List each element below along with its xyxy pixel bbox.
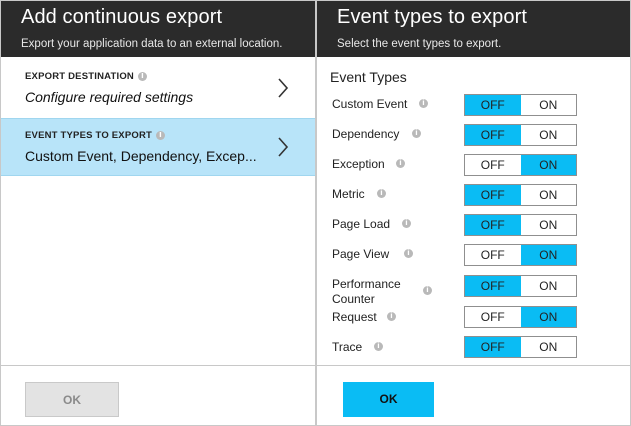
chevron-right-icon xyxy=(278,137,289,157)
toggle-on-option[interactable]: ON xyxy=(520,155,576,175)
info-icon: i xyxy=(404,249,413,258)
event-type-metric-toggle[interactable]: OFF ON xyxy=(464,184,577,206)
event-type-page-view-toggle[interactable]: OFF ON xyxy=(464,244,577,266)
info-icon: i xyxy=(412,129,421,138)
info-icon: i xyxy=(374,342,383,351)
event-types-to-export-label: EVENT TYPES TO EXPORT xyxy=(25,130,153,141)
event-type-page-load-toggle[interactable]: OFF ON xyxy=(464,214,577,236)
toggle-on-option[interactable]: ON xyxy=(521,125,577,145)
blade-title: Event types to export xyxy=(337,6,527,28)
event-types-to-export-item[interactable]: EVENT TYPES TO EXPORT i Custom Event, Dep… xyxy=(1,118,315,176)
event-type-exception-toggle[interactable]: OFF ON xyxy=(464,154,577,176)
event-type-custom-event-label: Custom Event xyxy=(332,97,408,111)
event-types-heading: Event Types xyxy=(330,69,407,85)
blade-footer: OK xyxy=(1,365,315,426)
event-type-trace-toggle[interactable]: OFF ON xyxy=(464,336,577,358)
toggle-off-option[interactable]: OFF xyxy=(465,185,521,205)
toggle-off-option[interactable]: OFF xyxy=(465,95,521,115)
info-icon: i xyxy=(377,189,386,198)
toggle-off-option[interactable]: OFF xyxy=(465,245,521,265)
event-type-performance-counter-toggle[interactable]: OFF ON xyxy=(464,275,577,297)
ok-button-disabled[interactable]: OK xyxy=(25,382,119,417)
event-type-dependency-toggle[interactable]: OFF ON xyxy=(464,124,577,146)
blade-subtitle: Select the event types to export. xyxy=(337,38,502,50)
toggle-off-option[interactable]: OFF xyxy=(465,215,521,235)
event-type-dependency-label: Dependency xyxy=(332,127,400,141)
toggle-on-option[interactable]: ON xyxy=(521,95,577,115)
event-type-custom-event-toggle[interactable]: OFF ON xyxy=(464,94,577,116)
ok-button[interactable]: OK xyxy=(343,382,434,417)
event-types-to-export-value: Custom Event, Dependency, Excep... xyxy=(25,148,257,164)
event-type-trace-label: Trace xyxy=(332,340,363,354)
export-destination-label: EXPORT DESTINATION xyxy=(25,71,134,82)
event-types-to-export-blade: Event types to export Select the event t… xyxy=(316,0,631,426)
info-icon: i xyxy=(396,159,405,168)
export-destination-item[interactable]: EXPORT DESTINATION i Configure required s… xyxy=(1,60,315,118)
info-icon: i xyxy=(138,72,147,81)
toggle-on-option[interactable]: ON xyxy=(521,215,577,235)
toggle-off-option[interactable]: OFF xyxy=(465,276,521,296)
info-icon: i xyxy=(387,312,396,321)
chevron-right-icon xyxy=(278,78,289,98)
toggle-on-option[interactable]: ON xyxy=(520,245,576,265)
blade-header: Add continuous export Export your applic… xyxy=(1,1,315,57)
blade-header: Event types to export Select the event t… xyxy=(317,1,630,57)
event-type-request-toggle[interactable]: OFF ON xyxy=(464,306,577,328)
toggle-off-option[interactable]: OFF xyxy=(465,337,521,357)
toggle-on-option[interactable]: ON xyxy=(521,185,577,205)
event-type-page-view-label: Page View xyxy=(332,247,390,261)
info-icon: i xyxy=(402,219,411,228)
event-type-metric-label: Metric xyxy=(332,187,365,201)
event-type-page-load-label: Page Load xyxy=(332,217,391,231)
add-continuous-export-blade: Add continuous export Export your applic… xyxy=(0,0,316,426)
toggle-on-option[interactable]: ON xyxy=(521,276,577,296)
blade-subtitle: Export your application data to an exter… xyxy=(21,38,283,50)
toggle-off-option[interactable]: OFF xyxy=(465,125,521,145)
blade-title: Add continuous export xyxy=(21,6,223,28)
info-icon: i xyxy=(419,99,428,108)
toggle-off-option[interactable]: OFF xyxy=(465,155,521,175)
info-icon: i xyxy=(423,286,432,295)
event-type-exception-label: Exception xyxy=(332,157,385,171)
toggle-on-option[interactable]: ON xyxy=(521,337,577,357)
toggle-on-option[interactable]: ON xyxy=(520,307,576,327)
event-type-performance-counter-label: Performance Counter xyxy=(332,277,401,306)
info-icon: i xyxy=(156,131,166,140)
toggle-off-option[interactable]: OFF xyxy=(465,307,521,327)
blade-footer: OK xyxy=(317,365,630,426)
export-destination-value: Configure required settings xyxy=(25,89,194,105)
